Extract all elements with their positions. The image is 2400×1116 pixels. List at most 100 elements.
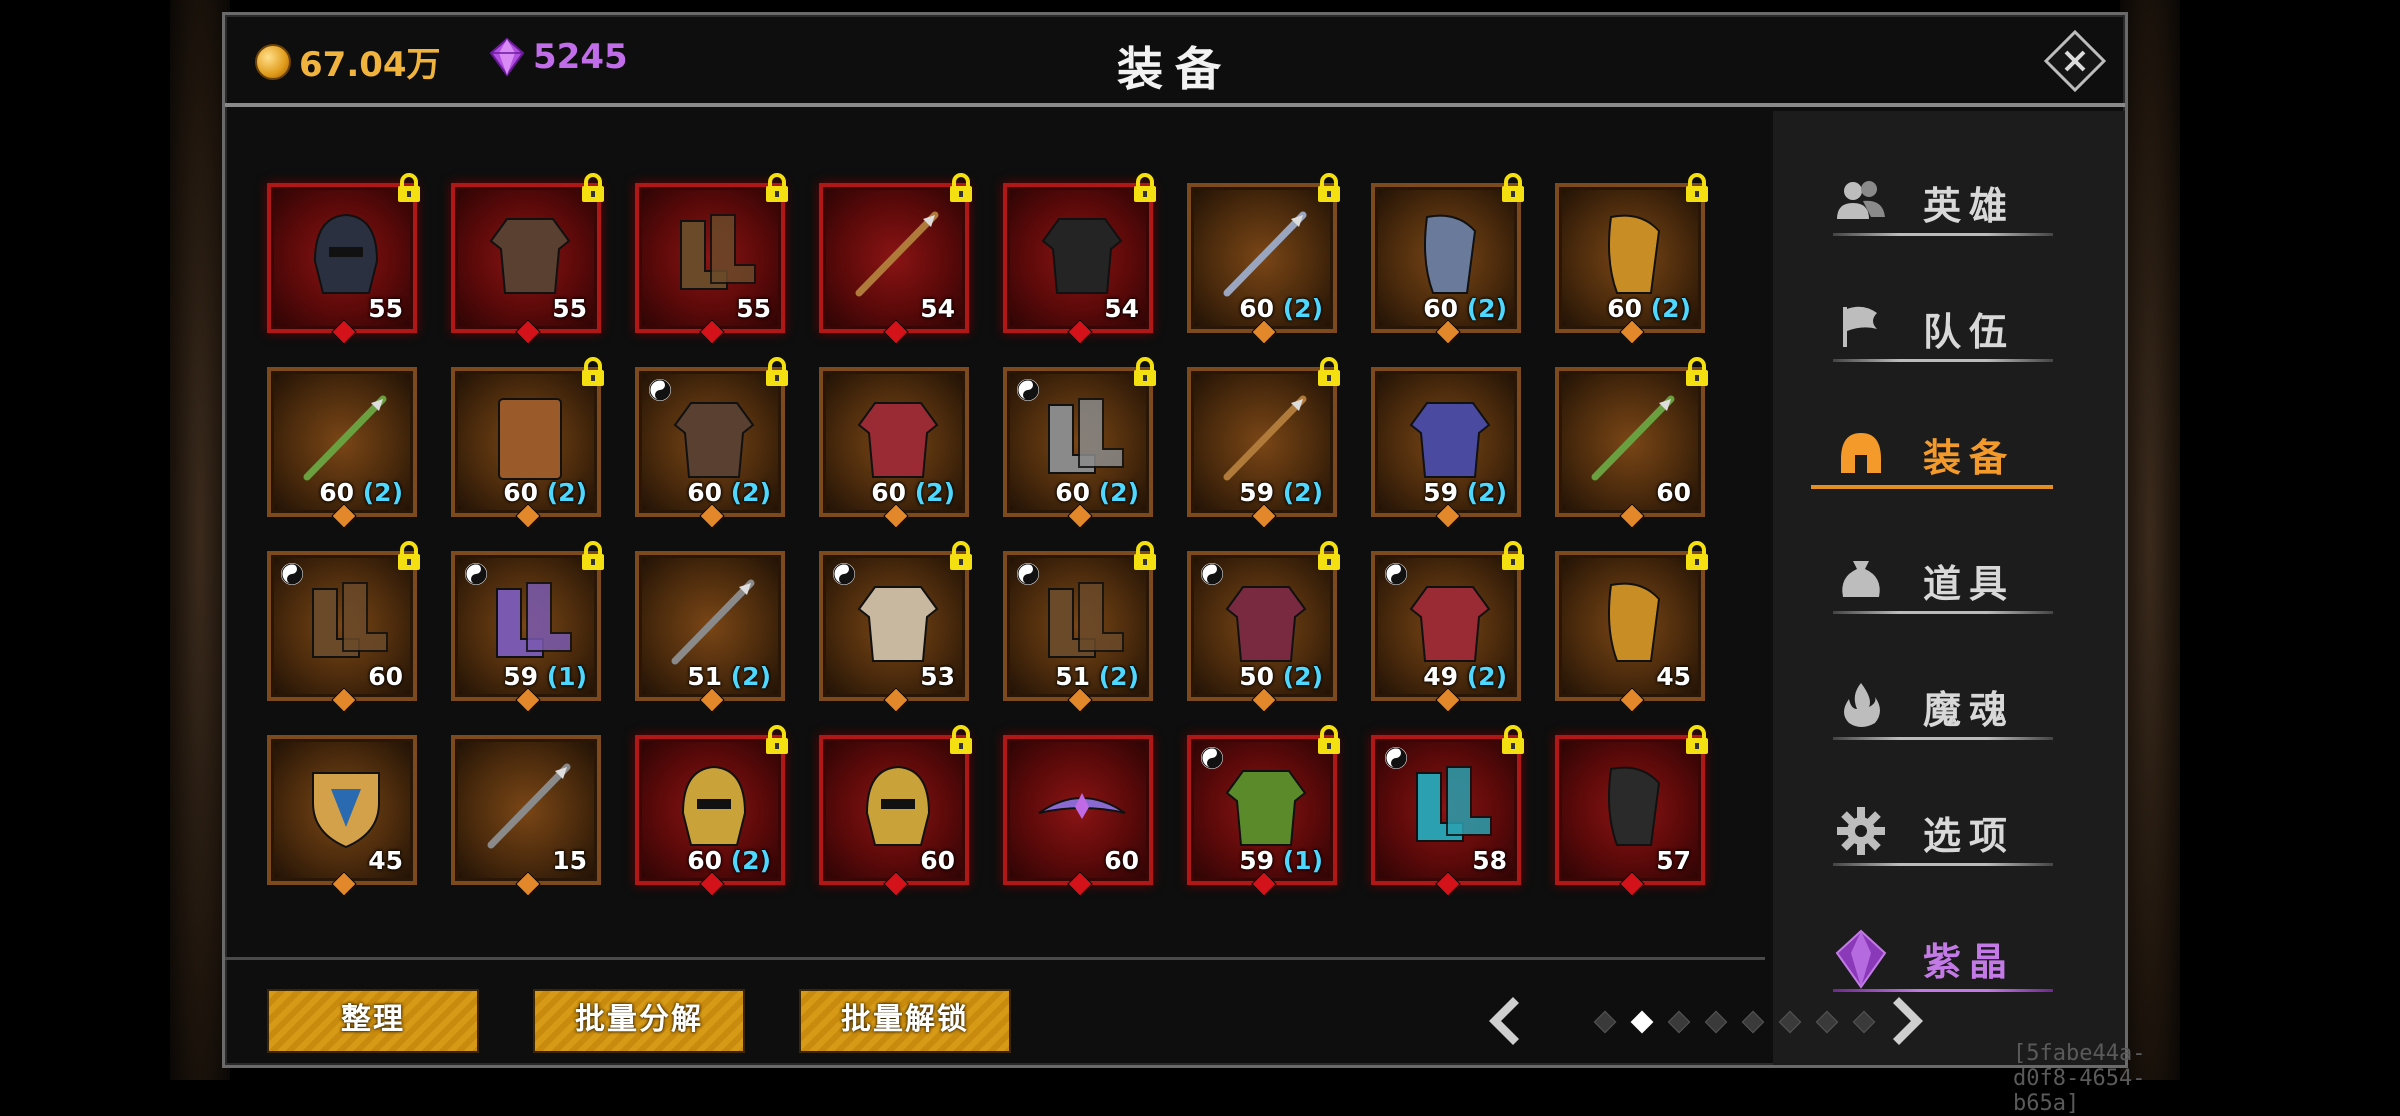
item-level: 59 (1) bbox=[1239, 846, 1323, 875]
rarity-gem-icon bbox=[515, 871, 541, 897]
equipment-slot[interactable]: 45 bbox=[267, 735, 417, 897]
item-level: 60 (2) bbox=[1423, 294, 1507, 323]
item-level: 60 (2) bbox=[319, 478, 403, 507]
equipment-slot[interactable]: 51 (2) bbox=[635, 551, 785, 713]
red-armor-icon bbox=[661, 385, 767, 491]
equipment-slot[interactable]: 60 (2) bbox=[1187, 173, 1340, 345]
level-value: 50 bbox=[1239, 662, 1275, 691]
equipment-slot[interactable]: 60 (2) bbox=[267, 367, 417, 529]
equipment-slot[interactable]: 60 bbox=[1003, 735, 1153, 897]
item-level: 54 bbox=[920, 294, 955, 323]
lock-icon bbox=[1315, 541, 1343, 571]
flame-icon bbox=[1833, 677, 1889, 733]
sidebar-item-bag[interactable]: 道具 bbox=[1833, 541, 2063, 621]
lock-icon bbox=[1315, 357, 1343, 387]
page-dot[interactable] bbox=[1778, 1010, 1802, 1034]
lock-icon bbox=[1499, 725, 1527, 755]
level-value: 60 bbox=[368, 662, 403, 691]
heroes-icon bbox=[1833, 173, 1889, 229]
equipment-slot[interactable]: 60 (2) bbox=[635, 725, 788, 897]
page-dot[interactable] bbox=[1630, 1010, 1654, 1034]
page-dot[interactable] bbox=[1815, 1010, 1839, 1034]
green-arrow-icon bbox=[1581, 385, 1687, 491]
page-indicator bbox=[1479, 975, 1979, 1065]
equipment-slot[interactable]: 60 bbox=[267, 541, 420, 713]
sidebar-item-flag[interactable]: 队伍 bbox=[1833, 289, 2063, 369]
batch-dismantle-button[interactable]: 批量分解 bbox=[533, 989, 745, 1053]
equipment-slot[interactable]: 59 (1) bbox=[1187, 725, 1340, 897]
equipment-slot[interactable]: 50 (2) bbox=[1187, 541, 1340, 713]
equipment-slot[interactable]: 49 (2) bbox=[1371, 541, 1524, 713]
page-dot[interactable] bbox=[1741, 1010, 1765, 1034]
item-level: 60 bbox=[1656, 478, 1691, 507]
lock-icon bbox=[1499, 173, 1527, 203]
equipment-slot[interactable]: 60 (2) bbox=[635, 357, 788, 529]
item-level: 45 bbox=[1656, 662, 1691, 691]
equipment-slot[interactable]: 55 bbox=[451, 173, 604, 345]
lock-icon bbox=[579, 173, 607, 203]
item-level: 55 bbox=[552, 294, 587, 323]
equipment-slot[interactable]: 60 (2) bbox=[1555, 173, 1708, 345]
yin-yang-icon bbox=[1201, 563, 1223, 585]
equipment-slot[interactable]: 55 bbox=[635, 173, 788, 345]
equipment-slot[interactable]: 54 bbox=[819, 173, 972, 345]
level-value: 55 bbox=[736, 294, 771, 323]
sidebar-item-heroes[interactable]: 英雄 bbox=[1833, 163, 2063, 243]
equipment-slot[interactable]: 59 (2) bbox=[1187, 357, 1340, 529]
sort-button[interactable]: 整理 bbox=[267, 989, 479, 1053]
equipment-slot[interactable]: 58 bbox=[1371, 725, 1524, 897]
batch-unlock-button[interactable]: 批量解锁 bbox=[799, 989, 1011, 1053]
equipment-slot[interactable]: 45 bbox=[1555, 541, 1708, 713]
page-dot[interactable] bbox=[1667, 1010, 1691, 1034]
item-level: 60 bbox=[1104, 846, 1139, 875]
rarity-gem-icon bbox=[1251, 871, 1277, 897]
cyan-boots-icon bbox=[1397, 753, 1503, 859]
sidebar-item-helmet[interactable]: 装备 bbox=[1811, 415, 2063, 495]
rarity-gem-icon bbox=[1067, 319, 1093, 345]
equipment-slot[interactable]: 60 bbox=[819, 725, 972, 897]
sidebar-item-label: 装备 bbox=[1923, 436, 2016, 480]
prev-page-button[interactable] bbox=[1479, 993, 1529, 1049]
equipment-slot[interactable]: 55 bbox=[267, 173, 420, 345]
equipment-slot[interactable]: 60 (2) bbox=[1371, 173, 1524, 345]
sidebar-item-gear[interactable]: 选项 bbox=[1833, 793, 2063, 873]
equipment-panel: 67.04万 5245 装备 55 55 55 54 54 60 (2) 60 (2) 60 … bbox=[222, 12, 2145, 1116]
next-page-button[interactable] bbox=[1883, 993, 1933, 1049]
sidebar-item-flame[interactable]: 魔魂 bbox=[1833, 667, 2063, 747]
equipment-slot[interactable]: 15 bbox=[451, 735, 601, 897]
equipment-slot[interactable]: 51 (2) bbox=[1003, 541, 1156, 713]
level-bonus: (2) bbox=[906, 478, 955, 507]
level-value: 60 bbox=[1239, 294, 1275, 323]
equipment-slot[interactable]: 59 (1) bbox=[451, 541, 604, 713]
close-button[interactable] bbox=[2043, 29, 2107, 93]
rarity-gem-icon bbox=[1067, 687, 1093, 713]
yin-yang-icon bbox=[649, 379, 671, 401]
equipment-slot[interactable]: 54 bbox=[1003, 173, 1156, 345]
item-level: 54 bbox=[1104, 294, 1139, 323]
rarity-gem-icon bbox=[1435, 687, 1461, 713]
equipment-slot[interactable]: 57 bbox=[1555, 725, 1708, 897]
equipment-slot[interactable]: 60 (2) bbox=[451, 357, 604, 529]
level-value: 55 bbox=[368, 294, 403, 323]
bag-icon bbox=[1833, 551, 1889, 607]
rarity-gem-icon bbox=[699, 687, 725, 713]
page-dot[interactable] bbox=[1704, 1010, 1728, 1034]
equipment-slot[interactable]: 60 (2) bbox=[819, 367, 969, 529]
equipment-slot[interactable]: 60 bbox=[1555, 357, 1708, 529]
sidebar-underline bbox=[1833, 611, 2053, 614]
page-dot[interactable] bbox=[1593, 1010, 1617, 1034]
rarity-gem-icon bbox=[699, 319, 725, 345]
item-level: 60 (2) bbox=[687, 478, 771, 507]
level-value: 51 bbox=[1055, 662, 1091, 691]
equipment-slot[interactable]: 59 (2) bbox=[1371, 367, 1521, 529]
level-value: 60 bbox=[687, 846, 723, 875]
item-level: 60 (2) bbox=[503, 478, 587, 507]
equipment-slot[interactable]: 60 (2) bbox=[1003, 357, 1156, 529]
leather-armor-icon bbox=[477, 201, 583, 307]
purple-boots-icon bbox=[477, 569, 583, 675]
red-robe-icon bbox=[1397, 569, 1503, 675]
black-claw-icon bbox=[1581, 753, 1687, 859]
book-icon bbox=[477, 385, 583, 491]
equipment-slot[interactable]: 53 bbox=[819, 541, 972, 713]
page-dot[interactable] bbox=[1852, 1010, 1876, 1034]
